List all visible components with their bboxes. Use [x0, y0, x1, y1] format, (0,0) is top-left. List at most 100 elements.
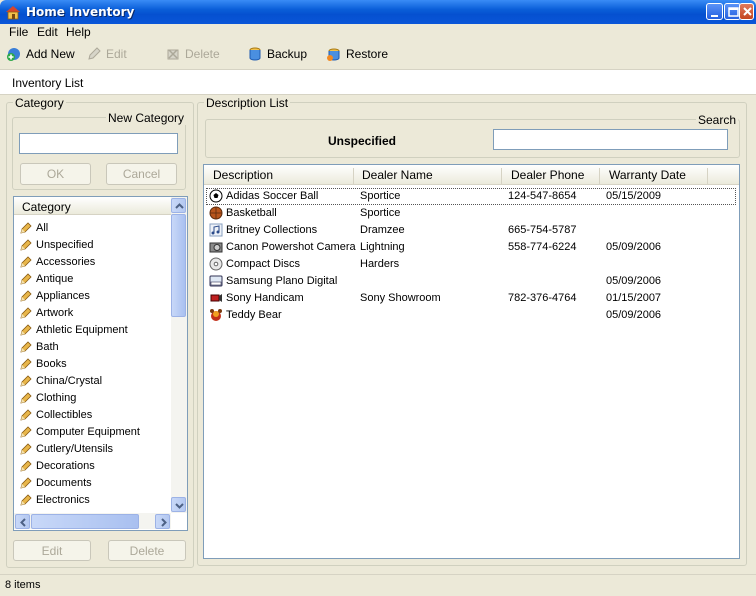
category-group-title: Category [13, 96, 66, 110]
cell-dealer: Sony Showroom [360, 292, 441, 304]
category-item[interactable]: Clothing [19, 389, 76, 406]
menu-edit[interactable]: Edit [37, 25, 58, 39]
cell-warranty: 05/09/2006 [606, 241, 662, 253]
pencil-icon [20, 255, 32, 268]
delete-icon [167, 49, 179, 60]
column-warranty-date[interactable]: Warranty Date [609, 168, 686, 186]
pencil-icon [20, 340, 32, 353]
pencil-icon [20, 408, 32, 421]
scroll-down-button[interactable] [171, 497, 186, 512]
delete-button[interactable]: Delete [165, 44, 220, 64]
category-edit-button[interactable]: Edit [13, 540, 91, 561]
pencil-icon [88, 47, 101, 60]
pencil-icon [20, 476, 32, 489]
cell-phone: 124-547-8654 [508, 190, 577, 202]
cell-dealer: Lightning [360, 241, 405, 253]
cell-phone: 665-754-5787 [508, 224, 577, 236]
category-delete-button[interactable]: Delete [108, 540, 186, 561]
category-item[interactable]: Decorations [19, 457, 95, 474]
table-row[interactable] [206, 205, 736, 222]
column-dealer-phone[interactable]: Dealer Phone [511, 168, 584, 186]
category-item[interactable]: Books [19, 355, 67, 372]
restore-button[interactable]: Restore [326, 44, 388, 64]
category-item[interactable]: Cutlery/Utensils [19, 440, 113, 457]
category-item[interactable]: Collectibles [19, 406, 92, 423]
pencil-icon [20, 374, 32, 387]
scroll-thumb[interactable] [171, 214, 186, 317]
category-item-label: Cutlery/Utensils [36, 442, 114, 455]
pencil-icon [20, 272, 32, 285]
chevron-down-icon [175, 503, 184, 509]
chevron-left-icon [20, 518, 26, 527]
close-button[interactable] [739, 3, 754, 20]
add-new-label: Add New [26, 47, 75, 61]
pencil-icon [20, 357, 32, 370]
column-divider[interactable] [707, 168, 708, 184]
category-item-label: Electronics [36, 493, 90, 506]
category-item[interactable]: Artwork [19, 304, 73, 321]
piano-icon [209, 275, 223, 287]
category-item[interactable]: China/Crystal [19, 372, 102, 389]
row-icon [209, 308, 223, 325]
row-icon [209, 206, 223, 223]
category-item[interactable]: Electronics [19, 491, 90, 508]
backup-button[interactable]: Backup [247, 44, 307, 64]
category-item[interactable]: Bath [19, 338, 59, 355]
cancel-button[interactable]: Cancel [106, 163, 177, 185]
scroll-up-button[interactable] [171, 198, 186, 213]
category-list-header[interactable]: Category [14, 197, 171, 215]
pencil-icon [20, 306, 32, 319]
menu-bar [0, 24, 756, 41]
column-divider[interactable] [599, 168, 600, 184]
category-item[interactable]: Appliances [19, 287, 90, 304]
window-title: Home Inventory [26, 5, 135, 19]
column-description[interactable]: Description [213, 168, 273, 186]
status-text: 8 items [5, 579, 41, 591]
scroll-left-button[interactable] [15, 514, 30, 529]
new-category-input[interactable] [19, 133, 178, 154]
add-icon [7, 48, 20, 61]
category-item-label: Books [36, 357, 67, 370]
category-item-label: Collectibles [36, 408, 93, 421]
column-dealer-name[interactable]: Dealer Name [362, 168, 433, 186]
chevron-up-icon [175, 203, 184, 209]
home-icon [6, 6, 20, 20]
cell-dealer: Harders [360, 258, 400, 270]
chevron-right-icon [161, 518, 167, 527]
description-group-title: Description List [204, 96, 291, 110]
category-item[interactable]: Antique [19, 270, 73, 287]
add-new-button[interactable]: Add New [6, 44, 75, 64]
search-input[interactable] [493, 129, 728, 150]
cell-warranty: 05/15/2009 [606, 190, 662, 202]
column-divider[interactable] [501, 168, 502, 184]
menu-help[interactable]: Help [66, 25, 91, 39]
cell-warranty: 05/09/2006 [606, 275, 662, 287]
category-item[interactable]: Athletic Equipment [19, 321, 128, 338]
category-item[interactable]: Computer Equipment [19, 423, 140, 440]
row-icon [209, 240, 223, 257]
pencil-icon [20, 238, 32, 251]
row-icon [209, 291, 223, 308]
menu-file[interactable]: File [9, 25, 28, 39]
minimize-button[interactable] [706, 3, 723, 20]
cell-description: Samsung Plano Digital [226, 275, 338, 287]
hscroll-thumb[interactable] [31, 514, 139, 529]
cell-description: Compact Discs [226, 258, 300, 270]
cell-dealer: Dramzee [360, 224, 405, 236]
pencil-icon [20, 323, 32, 336]
cell-warranty: 01/15/2007 [606, 292, 662, 304]
column-divider[interactable] [353, 168, 354, 184]
category-item[interactable]: All [19, 219, 48, 236]
scroll-right-button[interactable] [155, 514, 170, 529]
category-item-label: Artwork [36, 306, 74, 319]
category-item[interactable]: Documents [19, 474, 92, 491]
category-item[interactable]: Unspecified [19, 236, 93, 253]
row-icon [209, 189, 223, 206]
delete-label: Delete [185, 47, 220, 61]
ok-button[interactable]: OK [20, 163, 91, 185]
category-item-label: Documents [36, 476, 92, 489]
category-item[interactable]: Accessories [19, 253, 95, 270]
close-icon [743, 7, 752, 16]
cell-dealer: Sportice [360, 207, 401, 219]
edit-button[interactable]: Edit [86, 44, 127, 64]
